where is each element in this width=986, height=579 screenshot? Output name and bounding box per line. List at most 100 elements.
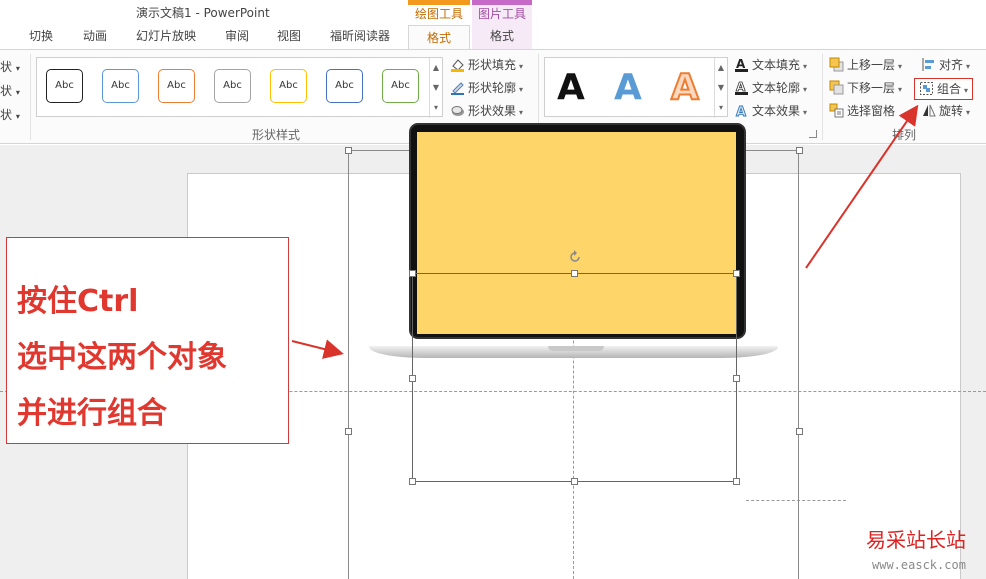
tab-animations[interactable]: 动画 [74, 24, 116, 49]
shape-style-6[interactable]: Abc [326, 69, 363, 103]
wordart-style-blue[interactable]: A [614, 66, 642, 110]
chevron-down-icon: ▾ [519, 62, 524, 71]
tab-format-picture[interactable]: 格式 [472, 24, 532, 49]
rotate-icon [921, 103, 936, 118]
shape-outline-button[interactable]: 形状轮廓 ▾ [450, 78, 523, 98]
resize-handle[interactable] [409, 478, 416, 485]
watermark-url: www.easck.com [872, 558, 966, 572]
chevron-down-icon: ▾ [964, 86, 969, 95]
wordart-styles-launcher-icon[interactable] [809, 130, 817, 138]
shape-style-2[interactable]: Abc [102, 69, 139, 103]
wordart-style-black[interactable]: A [557, 66, 585, 110]
chevron-down-icon: ▾ [898, 85, 903, 94]
chevron-down-icon: ▾ [15, 88, 20, 97]
wordart-style-orange-outline[interactable]: A [670, 66, 700, 110]
rotate-button[interactable]: 旋转 ▾ [921, 101, 970, 121]
rectangle-selection[interactable] [412, 273, 737, 482]
bring-forward-label: 上移一层 [847, 58, 896, 72]
send-backward-label: 下移一层 [847, 81, 896, 95]
bring-forward-icon [829, 57, 844, 72]
selection-pane-icon [829, 103, 844, 118]
rotate-label: 旋转 [939, 104, 964, 118]
ribbon-tab-row: 切换 动画 幻灯片放映 审阅 视图 福昕阅读器 格式 格式 [0, 24, 986, 50]
chevron-down-icon: ▾ [15, 64, 20, 73]
align-button[interactable]: 对齐 ▾ [921, 55, 970, 75]
tab-review[interactable]: 审阅 [216, 24, 258, 49]
shape-style-4[interactable]: Abc [214, 69, 251, 103]
group-separator [822, 54, 823, 140]
tab-format-drawing[interactable]: 格式 [408, 25, 470, 50]
group-button[interactable]: 组合 ▾ [914, 78, 973, 100]
selection-pane-label: 选择窗格 [847, 104, 896, 118]
resize-handle[interactable] [409, 270, 416, 277]
resize-handle[interactable] [409, 375, 416, 382]
tab-view[interactable]: 视图 [268, 24, 310, 49]
shape-style-1[interactable]: Abc [46, 69, 83, 103]
partial-command-3[interactable]: 状 ▾ [0, 106, 20, 123]
title-bar: 演示文稿1 - PowerPoint 绘图工具 图片工具 [0, 0, 986, 24]
paint-bucket-icon [450, 57, 465, 72]
resize-handle[interactable] [571, 478, 578, 485]
callout-line-1: 按住Ctrl [17, 284, 139, 319]
shape-effects-icon [450, 103, 465, 118]
svg-text:A: A [736, 80, 746, 94]
align-icon [921, 57, 936, 72]
picture-tools-label: 图片工具 [472, 5, 532, 24]
text-outline-icon: A [734, 80, 749, 95]
gallery-more-icon[interactable]: ▾ [714, 98, 727, 118]
callout-line-3: 并进行组合 [17, 396, 167, 431]
shape-fill-button[interactable]: 形状填充 ▾ [450, 55, 523, 75]
text-outline-button[interactable]: A 文本轮廓 ▾ [734, 78, 807, 98]
callout-line-2: 选中这两个对象 [17, 340, 227, 375]
partial-command-1[interactable]: 状 ▾ [0, 58, 20, 75]
watermark-brand: 易采站长站 [866, 528, 966, 552]
shape-style-3[interactable]: Abc [158, 69, 195, 103]
gallery-scroll-up-icon[interactable]: ▲ [429, 58, 442, 78]
shape-style-7[interactable]: Abc [382, 69, 419, 103]
resize-handle[interactable] [571, 270, 578, 277]
group-objects-icon [919, 81, 934, 96]
chevron-down-icon: ▾ [898, 62, 903, 71]
tab-slideshow[interactable]: 幻灯片放映 [128, 24, 204, 49]
pencil-icon [450, 80, 465, 95]
rotate-handle-icon[interactable] [568, 250, 582, 264]
align-label: 对齐 [939, 58, 964, 72]
bring-forward-button[interactable]: 上移一层 ▾ [829, 55, 902, 75]
resize-handle[interactable] [796, 428, 803, 435]
chevron-down-icon: ▾ [966, 108, 971, 117]
resize-handle[interactable] [733, 478, 740, 485]
chevron-down-icon: ▾ [15, 112, 20, 121]
svg-text:A: A [736, 105, 746, 118]
resize-handle[interactable] [796, 147, 803, 154]
shape-effects-button[interactable]: 形状效果 ▾ [450, 101, 523, 121]
drawing-tools-label: 绘图工具 [414, 7, 463, 21]
gallery-scroll-up-icon[interactable]: ▲ [714, 58, 727, 78]
resize-handle[interactable] [733, 270, 740, 277]
text-effects-button[interactable]: A 文本效果 ▾ [734, 101, 807, 121]
resize-handle[interactable] [733, 375, 740, 382]
chevron-down-icon: ▾ [519, 85, 524, 94]
partial-label: 状 [0, 84, 13, 98]
text-effects-label: 文本效果 [752, 104, 801, 118]
text-fill-label: 文本填充 [752, 58, 801, 72]
chevron-down-icon: ▾ [966, 62, 971, 71]
chevron-down-icon: ▾ [803, 108, 808, 117]
group-label: 组合 [937, 82, 962, 96]
tab-transitions[interactable]: 切换 [20, 24, 62, 49]
wordart-styles-gallery: A A A ▲ ▼ ▾ [544, 57, 728, 118]
resize-handle[interactable] [345, 147, 352, 154]
send-backward-button[interactable]: 下移一层 ▾ [829, 78, 902, 98]
window-title: 演示文稿1 - PowerPoint [136, 6, 270, 20]
chevron-down-icon: ▾ [519, 108, 524, 117]
resize-handle[interactable] [345, 428, 352, 435]
chevron-down-icon: ▾ [803, 62, 808, 71]
text-fill-button[interactable]: A 文本填充 ▾ [734, 55, 807, 75]
shape-style-5[interactable]: Abc [270, 69, 307, 103]
tab-foxit-reader[interactable]: 福昕阅读器 [322, 24, 398, 49]
selection-pane-button[interactable]: 选择窗格 [829, 101, 895, 121]
instruction-callout: 按住Ctrl 选中这两个对象 并进行组合 [6, 237, 289, 444]
gallery-scroll-down-icon[interactable]: ▼ [714, 78, 727, 98]
partial-command-2[interactable]: 状 ▾ [0, 82, 20, 99]
gallery-scroll-down-icon[interactable]: ▼ [429, 78, 442, 98]
gallery-more-icon[interactable]: ▾ [429, 98, 442, 118]
